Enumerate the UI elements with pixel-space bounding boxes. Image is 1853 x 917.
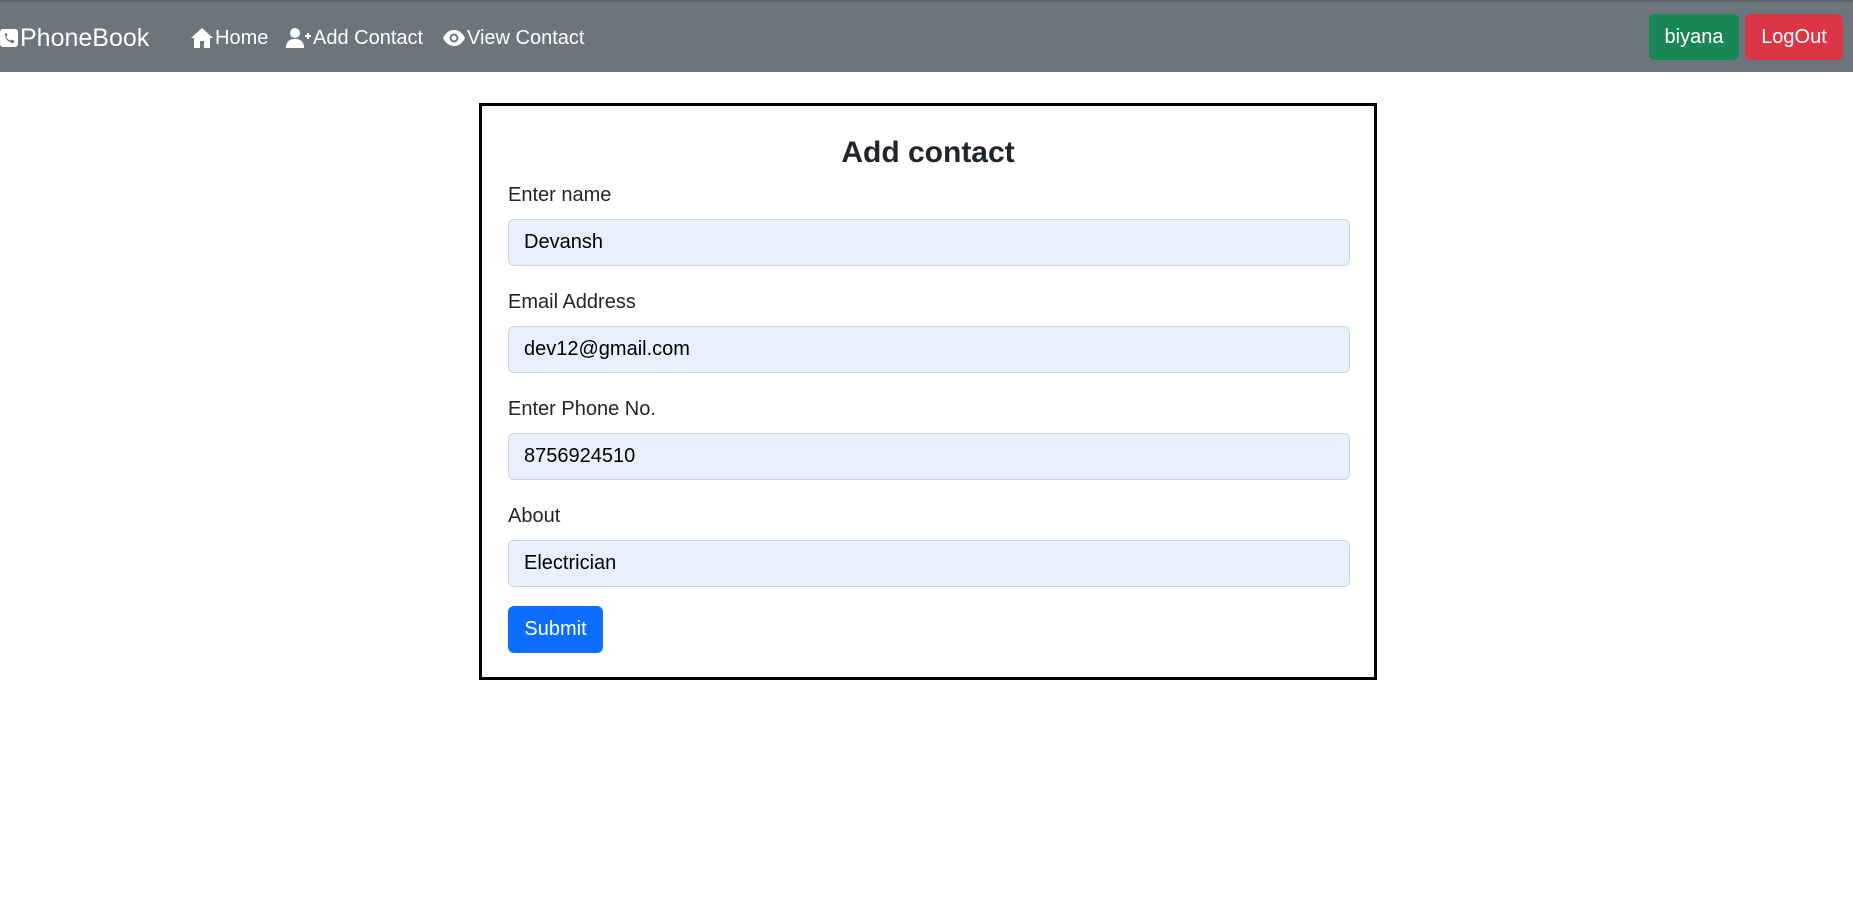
email-label: Email Address (508, 291, 636, 313)
user-button[interactable]: biyana (1649, 14, 1739, 60)
logout-button[interactable]: LogOut (1745, 14, 1843, 60)
brand-label: PhoneBook (20, 23, 150, 52)
brand-link[interactable]: PhoneBook (0, 22, 149, 54)
eye-icon (442, 28, 466, 48)
about-label: About (508, 505, 561, 527)
about-input[interactable] (508, 540, 1350, 587)
phone-icon (0, 28, 19, 48)
nav-view-contact-label: View Contact (467, 26, 585, 49)
nav-home[interactable]: Home (190, 26, 268, 50)
home-icon (190, 27, 214, 49)
nav-view-contact[interactable]: View Contact (442, 26, 584, 50)
phone-input[interactable] (508, 433, 1350, 480)
form-title: Add contact (841, 136, 1015, 169)
email-input[interactable] (508, 326, 1350, 373)
nav-add-contact[interactable]: Add Contact (286, 26, 423, 50)
nav-home-label: Home (215, 26, 269, 49)
phone-label: Enter Phone No. (508, 398, 656, 420)
name-input[interactable] (508, 219, 1350, 266)
add-contact-card: Add contact Enter name Email Address Ent… (479, 103, 1377, 680)
name-label: Enter name (508, 184, 612, 206)
submit-button[interactable]: Submit (508, 606, 603, 653)
nav-add-contact-label: Add Contact (313, 26, 424, 49)
navbar: PhoneBook Home Add Contact View Contact … (0, 0, 1853, 72)
user-plus-icon (286, 27, 312, 49)
